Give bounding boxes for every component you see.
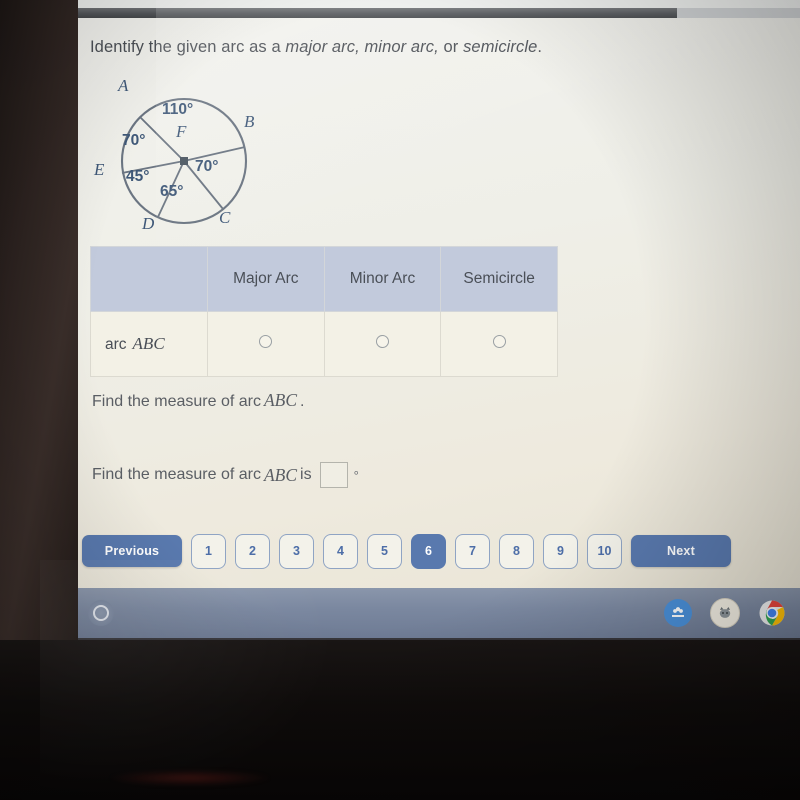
cell-semicircle[interactable] xyxy=(440,311,558,377)
measure-prompt-2: Find the measure of arc ABC is ° xyxy=(92,462,359,488)
radio-minor-arc[interactable] xyxy=(375,335,389,348)
page-button-5[interactable]: 5 xyxy=(367,533,402,569)
angle-label-70-left: 70° xyxy=(122,132,146,149)
row-label-arc-abc: arc ABC xyxy=(90,311,208,377)
page-button-3[interactable]: 3 xyxy=(279,533,314,569)
launcher-circle-icon xyxy=(93,605,109,621)
chrome-icon[interactable] xyxy=(758,599,786,627)
degree-unit-label: ° xyxy=(353,467,359,483)
question-term-major: major arc, xyxy=(285,38,360,56)
horizontal-scrollbar-thumb[interactable] xyxy=(78,8,678,18)
column-header-major-arc: Major Arc xyxy=(207,246,325,312)
page-button-4[interactable]: 4 xyxy=(323,533,358,569)
point-label-a: A xyxy=(118,76,129,95)
page-button-8[interactable]: 8 xyxy=(499,533,534,569)
measure-prompt-2-arc: ABC xyxy=(263,464,298,485)
point-label-e: E xyxy=(94,160,105,179)
google-classroom-icon[interactable] xyxy=(664,599,692,627)
center-label-f: F xyxy=(176,122,187,141)
question-conjunction: or xyxy=(438,38,464,56)
chromeos-shelf xyxy=(78,588,800,638)
radio-major-arc[interactable] xyxy=(259,335,273,348)
radio-semicircle[interactable] xyxy=(492,335,506,348)
column-header-semicircle: Semicircle xyxy=(440,246,558,312)
page-button-2[interactable]: 2 xyxy=(235,533,270,569)
previous-button[interactable]: Previous xyxy=(82,535,182,567)
shelf-app-tray xyxy=(664,598,786,628)
point-label-c: C xyxy=(219,208,231,227)
measure-prompt-1: Find the measure of arc ABC. xyxy=(92,390,304,411)
measure-prompt-1-tail: . xyxy=(300,393,305,410)
measure-prompt-2-mid: is xyxy=(300,466,312,483)
desk-reflection-smudge xyxy=(110,770,270,786)
quiz-page: Identify the given arc as a major arc, m… xyxy=(78,18,800,588)
screenshot-root: Identify the given arc as a major arc, m… xyxy=(0,0,800,800)
question-prompt: Identify the given arc as a major arc, m… xyxy=(90,38,690,57)
cell-major-arc[interactable] xyxy=(207,311,325,377)
angle-label-65: 65° xyxy=(160,183,184,200)
row-label-arc-name: ABC xyxy=(132,334,165,353)
page-button-10[interactable]: 10 xyxy=(587,533,622,569)
point-label-d: D xyxy=(142,214,155,233)
page-button-9[interactable]: 9 xyxy=(543,533,578,569)
table-header-row: Major Arc Minor Arc Semicircle xyxy=(90,246,558,312)
horizontal-scrollbar-track[interactable] xyxy=(78,8,800,18)
angle-label-110: 110° xyxy=(162,101,194,118)
question-term-minor: minor arc, xyxy=(359,38,439,56)
angle-label-70-right: 70° xyxy=(195,158,219,175)
question-lead: Identify the given arc as a xyxy=(90,38,286,56)
table-row: arc ABC xyxy=(90,311,558,377)
angle-label-45: 45° xyxy=(126,168,150,185)
page-button-7[interactable]: 7 xyxy=(455,533,490,569)
pagination-bar: Previous 1 2 3 4 5 6 7 8 9 10 Next xyxy=(78,526,800,576)
measure-prompt-2-lead: Find the measure of arc xyxy=(92,466,261,483)
laptop-screen: Identify the given arc as a major arc, m… xyxy=(78,0,800,640)
answer-input-field[interactable] xyxy=(319,462,348,488)
arc-classification-table: Major Arc Minor Arc Semicircle arc ABC xyxy=(90,246,558,377)
measure-prompt-1-arc: ABC xyxy=(263,390,298,410)
table-corner-cell xyxy=(90,246,208,312)
center-point-f xyxy=(180,157,188,165)
question-period: . xyxy=(537,38,543,56)
cell-minor-arc[interactable] xyxy=(323,311,442,377)
next-button[interactable]: Next xyxy=(631,535,731,567)
circle-diagram: A B C D E F 110° 70° 65° 45° 70° xyxy=(92,76,282,246)
page-button-1[interactable]: 1 xyxy=(191,533,226,569)
measure-prompt-1-lead: Find the measure of arc xyxy=(92,393,261,410)
column-header-minor-arc: Minor Arc xyxy=(323,246,442,312)
row-label-prefix: arc xyxy=(105,336,127,353)
cat-app-icon[interactable] xyxy=(710,598,740,628)
question-term-semicircle: semicircle xyxy=(463,38,538,56)
launcher-button[interactable] xyxy=(88,600,114,626)
point-label-b: B xyxy=(244,112,255,131)
page-button-6-active[interactable]: 6 xyxy=(411,533,446,569)
